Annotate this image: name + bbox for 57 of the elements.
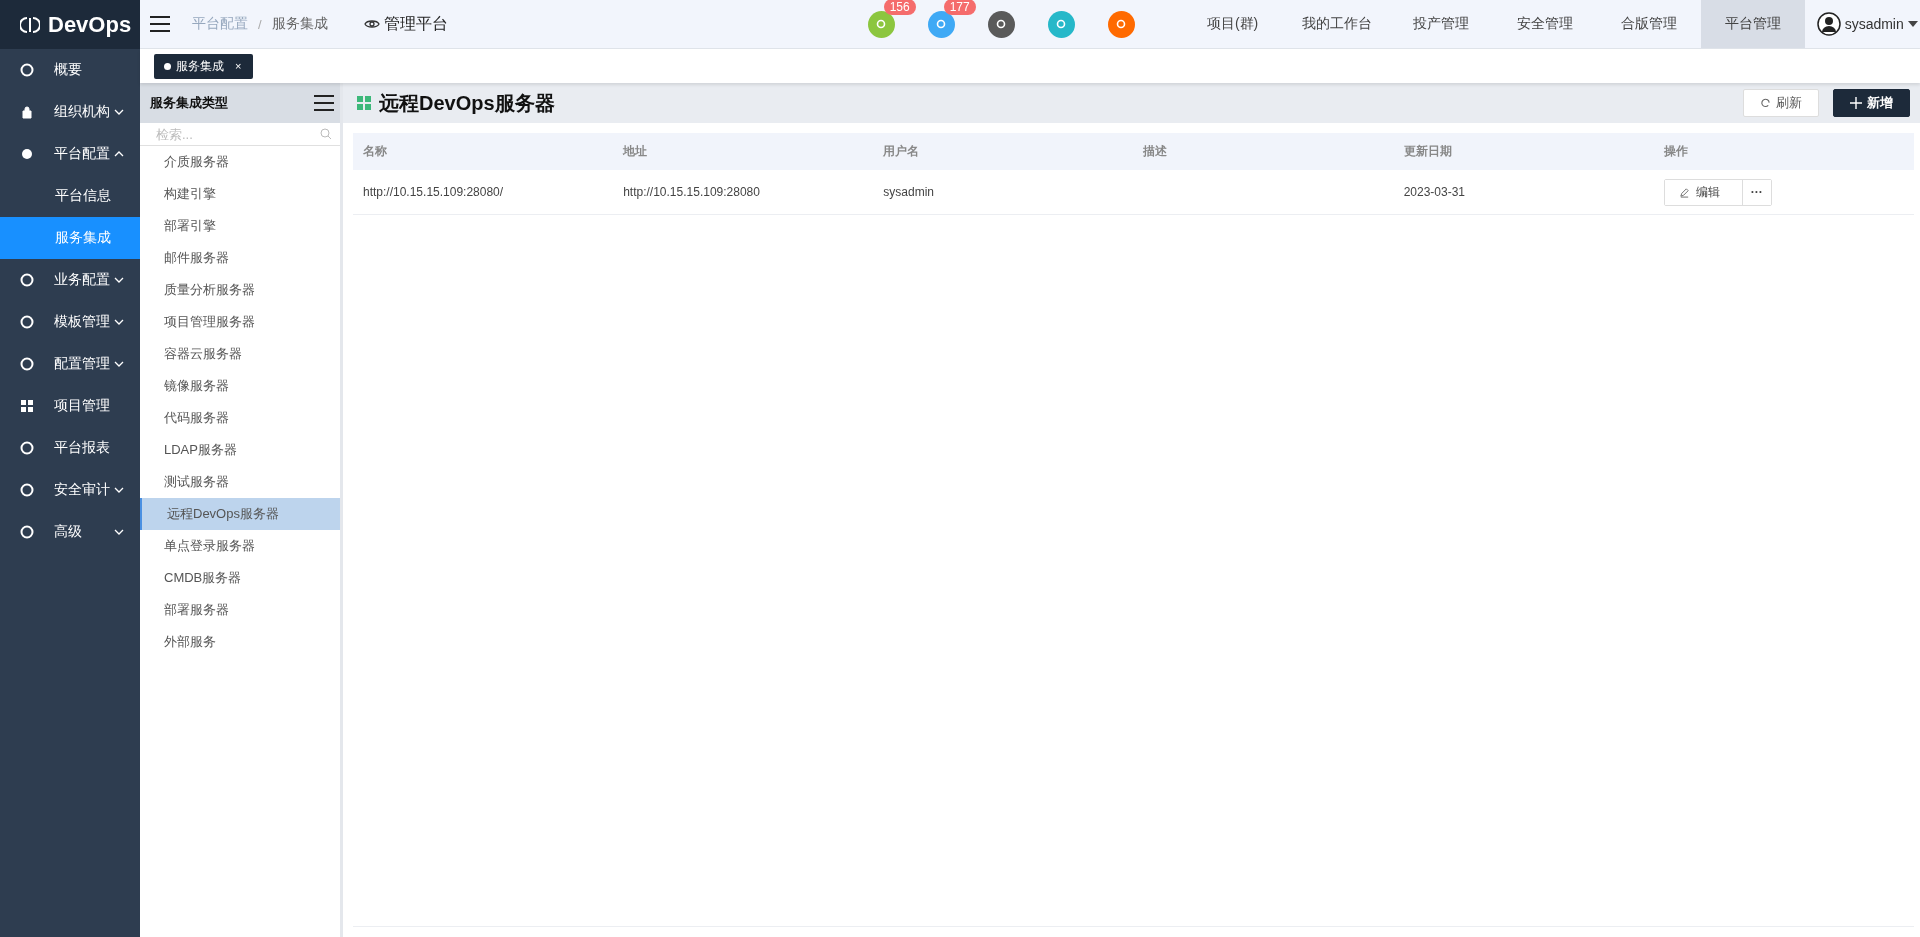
sidebar-item[interactable]: 配置管理 bbox=[0, 343, 140, 385]
refresh-button[interactable]: 刷新 bbox=[1743, 89, 1819, 117]
page-title: 远程DevOps服务器 bbox=[379, 90, 555, 116]
type-list-item[interactable]: 质量分析服务器 bbox=[140, 274, 340, 306]
brand-name: DevOps bbox=[48, 11, 132, 38]
sidebar-item[interactable]: 组织机构 bbox=[0, 91, 140, 133]
count-badge: 156 bbox=[883, 0, 916, 15]
user-menu[interactable]: sysadmin bbox=[1816, 12, 1918, 36]
type-list-item[interactable]: 介质服务器 bbox=[140, 146, 340, 178]
column-header: 地址 bbox=[623, 144, 648, 158]
type-list-item[interactable]: CMDB服务器 bbox=[140, 562, 340, 594]
sidebar-item[interactable]: 平台配置 bbox=[0, 133, 140, 175]
type-list-item[interactable]: 构建引擎 bbox=[140, 178, 340, 210]
platform-link[interactable]: 管理平台 bbox=[383, 13, 448, 35]
type-list-item[interactable]: 单点登录服务器 bbox=[140, 530, 340, 562]
breadcrumb-current: 服务集成 bbox=[271, 15, 328, 33]
sidebar-item[interactable]: 业务配置 bbox=[0, 259, 140, 301]
add-button[interactable]: 新增 bbox=[1833, 89, 1910, 117]
nav-tab[interactable]: 投产管理 bbox=[1388, 0, 1493, 48]
type-list-item[interactable]: 容器云服务器 bbox=[140, 338, 340, 370]
table-cell: 2023-03-31 bbox=[1403, 185, 1465, 199]
type-list-item[interactable]: 部署服务器 bbox=[140, 594, 340, 626]
nav-tab[interactable]: 安全管理 bbox=[1492, 0, 1597, 48]
breadcrumb-separator: / bbox=[258, 16, 262, 32]
type-list-item[interactable]: 远程DevOps服务器 bbox=[140, 498, 340, 530]
column-header: 操作 bbox=[1663, 144, 1688, 158]
type-list-item[interactable]: 部署引擎 bbox=[140, 210, 340, 242]
column-header: 更新日期 bbox=[1403, 144, 1452, 158]
sidebar-item[interactable]: 模板管理 bbox=[0, 301, 140, 343]
table-cell: http://10.15.15.109:28080/ bbox=[363, 185, 504, 199]
type-list-item[interactable]: 邮件服务器 bbox=[140, 242, 340, 274]
nav-tab[interactable]: 平台管理 bbox=[1700, 0, 1805, 48]
close-icon[interactable]: × bbox=[235, 60, 242, 72]
sidebar-item[interactable]: 高级 bbox=[0, 511, 140, 553]
sidebar-item[interactable]: 平台报表 bbox=[0, 427, 140, 469]
sidebar-item[interactable]: 项目管理 bbox=[0, 385, 140, 427]
table-cell: http://10.15.15.109:28080 bbox=[623, 185, 760, 199]
type-list-item[interactable]: 镜像服务器 bbox=[140, 370, 340, 402]
open-tab[interactable]: 服务集成 × bbox=[154, 53, 254, 79]
type-list-item[interactable]: 项目管理服务器 bbox=[140, 306, 340, 338]
type-list-item[interactable]: 代码服务器 bbox=[140, 402, 340, 434]
count-badge: 177 bbox=[943, 0, 976, 15]
nav-tab[interactable]: 合版管理 bbox=[1596, 0, 1701, 48]
column-header: 描述 bbox=[1143, 144, 1168, 158]
sidebar-item[interactable]: 安全审计 bbox=[0, 469, 140, 511]
column-header: 名称 bbox=[363, 144, 387, 158]
nav-tab[interactable]: 项目(群) bbox=[1180, 0, 1285, 48]
table-cell: sysadmin bbox=[883, 185, 934, 199]
panel-title: 服务集成类型 bbox=[150, 94, 228, 112]
sidebar-item[interactable]: 概要 bbox=[0, 49, 140, 91]
type-list-item[interactable]: LDAP服务器 bbox=[140, 434, 340, 466]
sidebar-subitem[interactable]: 平台信息 bbox=[0, 175, 140, 217]
type-list-item[interactable]: 测试服务器 bbox=[140, 466, 340, 498]
column-header: 用户名 bbox=[883, 144, 920, 158]
nav-tab[interactable]: 我的工作台 bbox=[1284, 0, 1389, 48]
edit-button[interactable]: 编辑 bbox=[1664, 179, 1743, 205]
type-list-item[interactable]: 外部服务 bbox=[140, 626, 340, 658]
